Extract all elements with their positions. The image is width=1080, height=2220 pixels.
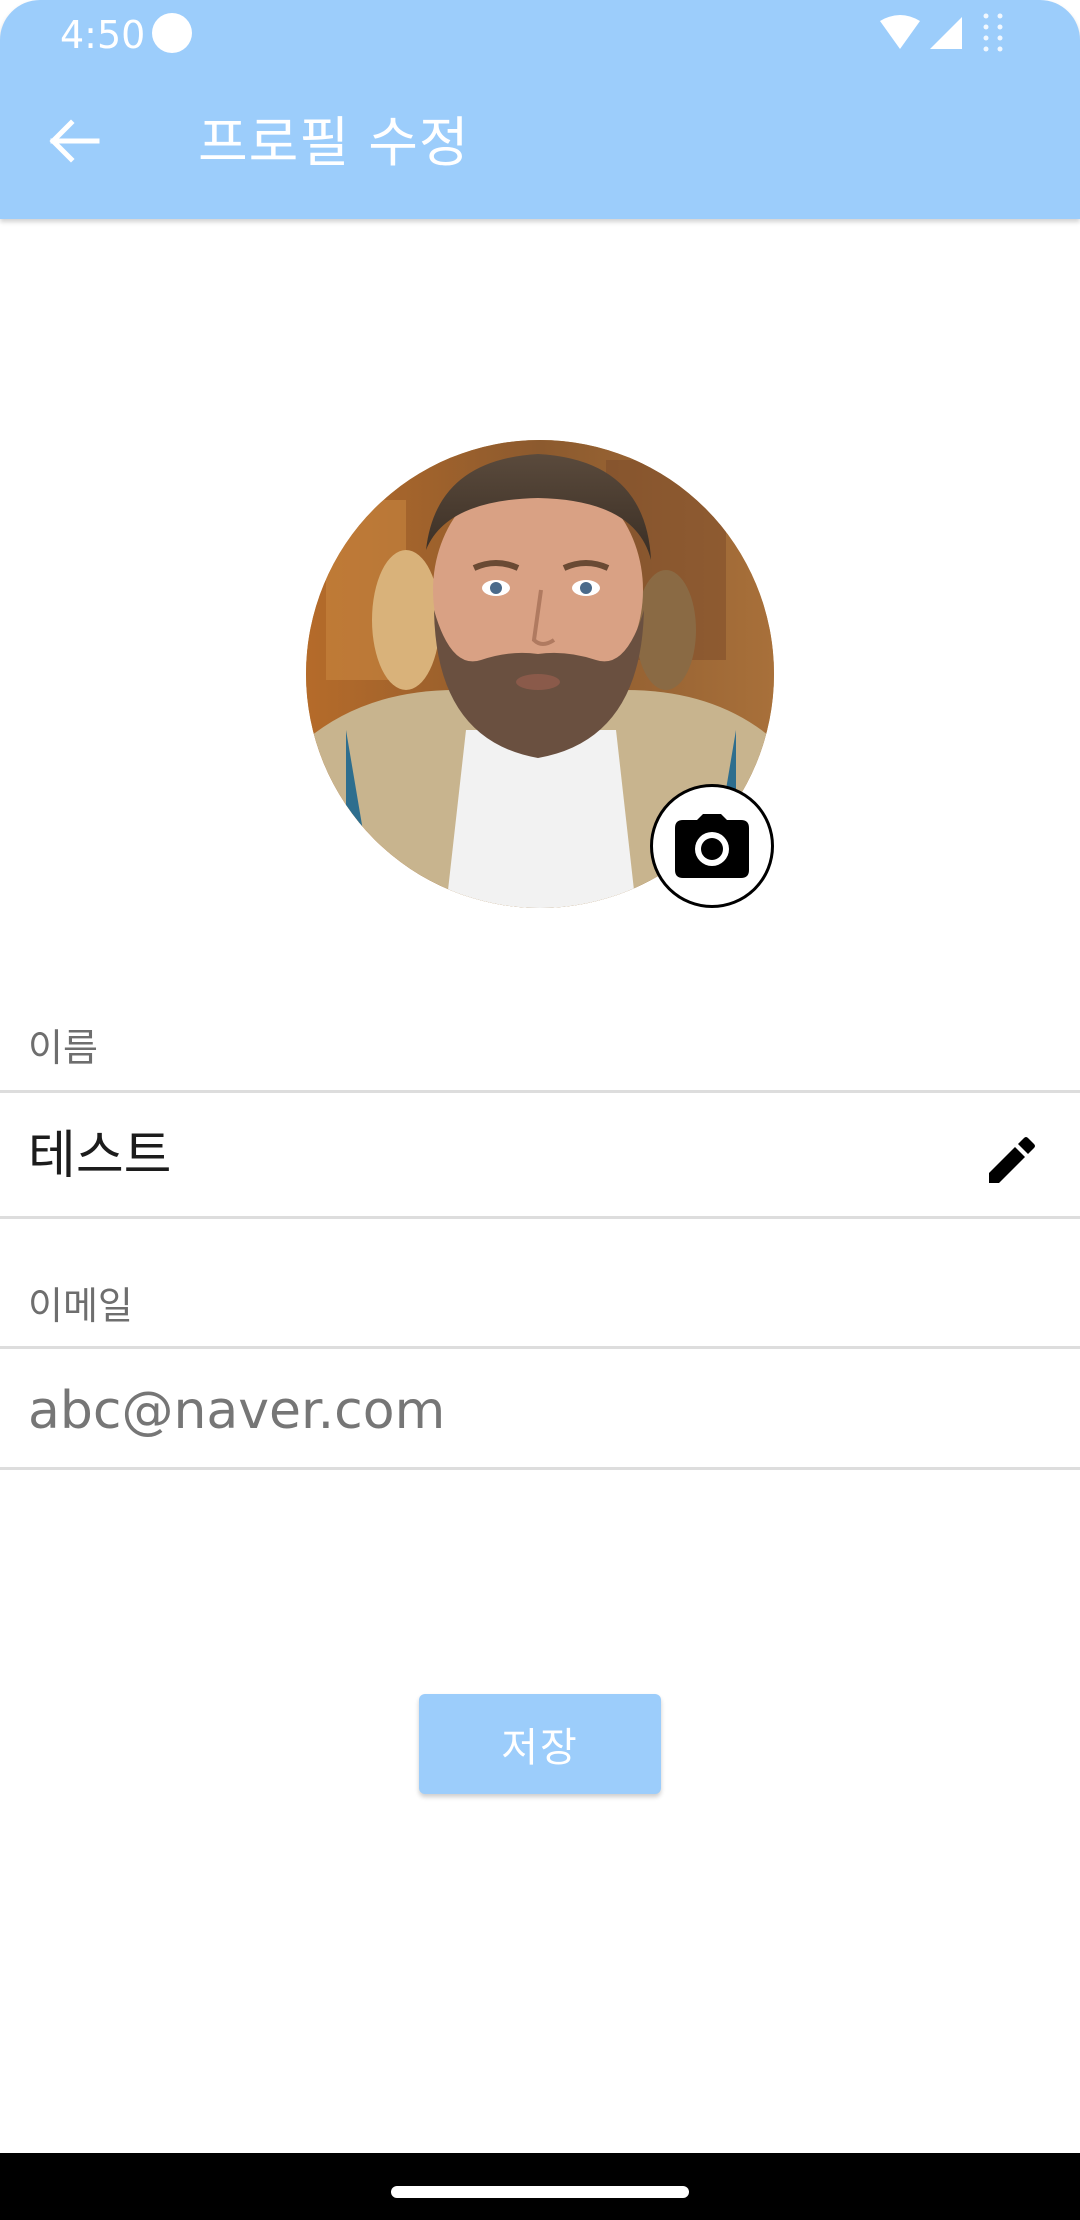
pencil-icon [989, 1137, 1035, 1183]
email-label: 이메일 [28, 1284, 133, 1328]
save-button[interactable]: 저장 [419, 1694, 661, 1794]
wifi-icon [880, 15, 920, 49]
camera-icon [675, 814, 749, 878]
app-header: 4:50 프로필 수정 [0, 0, 1080, 219]
divider [0, 1346, 1080, 1349]
signal-icon [930, 17, 962, 49]
battery-icon [983, 13, 1003, 52]
email-field: abc@naver.com [28, 1381, 446, 1441]
divider [0, 1467, 1080, 1470]
divider [0, 1090, 1080, 1093]
status-time: 4:50 [60, 13, 146, 57]
edit-profile-screen: 4:50 프로필 수정 이름 테스트 이메일 abc@naver.com 저장 [0, 0, 1080, 2220]
notification-dot-icon [152, 13, 192, 53]
back-button[interactable] [40, 106, 110, 176]
navigation-bar [0, 2153, 1080, 2220]
arrow-left-icon [49, 119, 100, 163]
change-photo-button[interactable] [650, 784, 774, 908]
name-input[interactable]: 테스트 [28, 1121, 172, 1191]
edit-name-button[interactable] [982, 1130, 1042, 1190]
home-handle[interactable] [391, 2186, 689, 2198]
name-label: 이름 [28, 1026, 98, 1070]
divider [0, 1216, 1080, 1219]
page-title: 프로필 수정 [198, 111, 470, 174]
